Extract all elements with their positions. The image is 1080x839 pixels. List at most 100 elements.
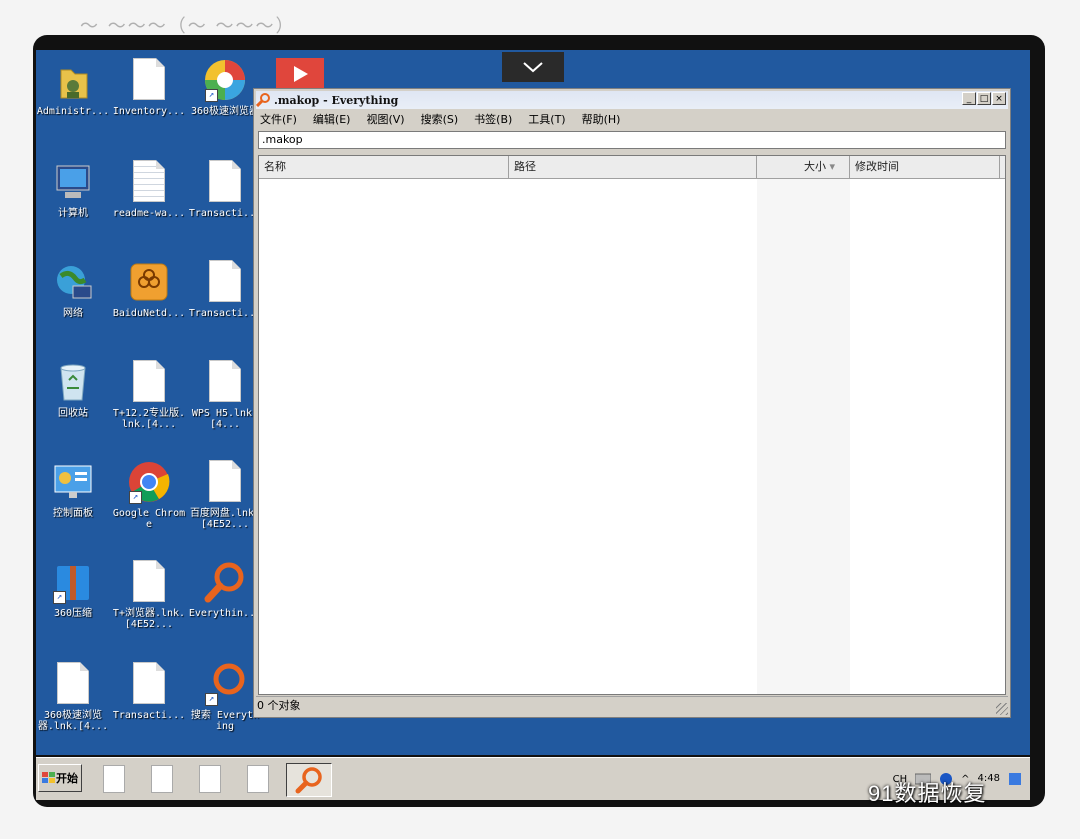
start-button[interactable]: 开始 <box>38 764 82 792</box>
archive-icon: ↗ <box>51 560 95 604</box>
desktop-icon-baidunetdisk[interactable]: BaiduNetd... <box>112 260 186 319</box>
desktop-icon-label: 百度网盘.lnk.[4E52... <box>189 508 261 530</box>
taskbar-item[interactable] <box>144 763 180 795</box>
menu-bookmarks[interactable]: 书签(B) <box>472 111 514 127</box>
everything-magnifier-icon <box>203 560 247 604</box>
baidu-netdisk-icon <box>127 260 171 304</box>
desktop-icon-label: WPS H5.lnk.[4... <box>191 408 259 430</box>
file-icon <box>203 260 247 304</box>
column-size-label: 大小 <box>803 160 826 173</box>
desktop-icon-recycle-bin[interactable]: 回收站 <box>36 360 110 419</box>
search-input[interactable]: .makop <box>258 131 1006 149</box>
status-bar: 0 个对象 <box>256 696 1008 715</box>
desktop-icon-transaction-4[interactable]: Transacti... <box>112 662 186 721</box>
menu-tools[interactable]: 工具(T) <box>526 111 567 127</box>
menu-edit[interactable]: 编辑(E) <box>311 111 353 127</box>
desktop-icon-transaction-1[interactable]: Transacti... <box>188 160 262 219</box>
desktop-icon-tplus[interactable]: T+12.2专业版.lnk.[4... <box>112 360 186 430</box>
everything-window[interactable]: .makop - Everything _ □ × 文件(F) 编辑(E) 视图… <box>253 88 1011 718</box>
360-browser-icon: ↗ <box>203 58 247 102</box>
desktop-icon-administrator[interactable]: Administr... <box>36 58 110 117</box>
taskbar-item[interactable] <box>240 763 276 795</box>
desktop-icon-label: Everythin... <box>188 608 262 619</box>
file-icon <box>51 662 95 706</box>
top-caption: ～ ～～～（～ ～～～） <box>80 16 296 34</box>
desktop-icon-network[interactable]: 网络 <box>36 260 110 319</box>
recycle-bin-icon <box>51 360 95 404</box>
desktop-icon-label: Transacti... <box>188 308 262 319</box>
desktop-icon-wps[interactable]: WPS H5.lnk.[4... <box>188 360 262 430</box>
computer-icon <box>51 160 95 204</box>
desktop-icon-tplus-browser[interactable]: T+浏览器.lnk.[4E52... <box>112 560 186 630</box>
shortcut-arrow-icon: ↗ <box>205 89 218 102</box>
window-title: .makop - Everything <box>274 93 399 107</box>
desktop-icon-label: 360压缩 <box>53 608 93 619</box>
column-header-path[interactable]: 路径 <box>509 156 757 178</box>
desktop-icon-computer[interactable]: 计算机 <box>36 160 110 219</box>
desktop-icon-label: Inventory... <box>112 106 186 117</box>
window-titlebar[interactable]: .makop - Everything _ □ × <box>256 91 1008 109</box>
menu-file[interactable]: 文件(F) <box>258 111 299 127</box>
start-label: 开始 <box>56 772 78 785</box>
desktop-icon-inventory[interactable]: Inventory... <box>112 58 186 117</box>
desktop-icon-label: Google Chrome <box>112 508 186 530</box>
desktop-icon-label: Transacti... <box>188 208 262 219</box>
menu-search[interactable]: 搜索(S) <box>419 111 461 127</box>
desktop-icon-label: 360极速浏览器.lnk.[4... <box>37 710 109 732</box>
shortcut-arrow-icon: ↗ <box>53 591 66 604</box>
taskbar-item[interactable] <box>96 763 132 795</box>
desktop-icon-label: 回收站 <box>58 408 88 419</box>
desktop-icon-readme[interactable]: readme-wa... <box>112 160 186 219</box>
desktop-icon-label: T+浏览器.lnk.[4E52... <box>112 608 186 630</box>
desktop-icon-label: Transacti... <box>112 710 186 721</box>
taskbar-item[interactable] <box>192 763 228 795</box>
document-icon <box>103 765 125 793</box>
file-icon <box>203 160 247 204</box>
text-file-icon <box>127 160 171 204</box>
desktop-icon-label: T+12.2专业版.lnk.[4... <box>112 408 186 430</box>
desktop-icon-label: 搜索 Everything <box>190 710 260 732</box>
document-icon <box>151 765 173 793</box>
close-button[interactable]: × <box>992 92 1006 105</box>
size-column-shade <box>757 178 850 694</box>
column-header-name[interactable]: 名称 <box>259 156 509 178</box>
file-icon <box>127 360 171 404</box>
desktop-icon-360browser-lnk[interactable]: 360极速浏览器.lnk.[4... <box>36 662 110 732</box>
desktop-icon-transaction-2[interactable]: Transacti... <box>188 260 262 319</box>
desktop-icon-360zip[interactable]: ↗ 360压缩 <box>36 560 110 619</box>
desktop-icon-label: 计算机 <box>58 208 88 219</box>
desktop-icon-label: 控制面板 <box>53 508 93 519</box>
taskbar-item-everything[interactable] <box>286 763 332 797</box>
desktop-icon-baidu-lnk[interactable]: 百度网盘.lnk.[4E52... <box>188 460 262 530</box>
maximize-button[interactable]: □ <box>977 92 991 105</box>
collapse-tab[interactable] <box>502 52 564 82</box>
file-icon <box>127 560 171 604</box>
column-header-size[interactable]: 大小 ▾ <box>757 156 850 178</box>
file-icon <box>203 360 247 404</box>
results-header: 名称 路径 大小 ▾ 修改时间 <box>259 156 1005 179</box>
desktop-icon-label: readme-wa... <box>112 208 186 219</box>
menu-view[interactable]: 视图(V) <box>364 111 406 127</box>
network-globe-icon <box>51 260 95 304</box>
desktop-icon-search-everything[interactable]: ↗ 搜索 Everything <box>188 662 262 732</box>
show-desktop-icon[interactable] <box>1008 772 1022 786</box>
chrome-icon: ↗ <box>127 460 171 504</box>
chevron-down-icon <box>523 62 543 73</box>
desktop-icon-control-panel[interactable]: 控制面板 <box>36 460 110 519</box>
menu-help[interactable]: 帮助(H) <box>580 111 623 127</box>
minimize-button[interactable]: _ <box>962 92 976 105</box>
file-icon <box>127 662 171 706</box>
user-folder-icon <box>51 58 95 102</box>
control-panel-icon <box>51 460 95 504</box>
resize-grip[interactable] <box>996 703 1008 715</box>
windows-logo-icon <box>42 772 55 783</box>
column-header-modified[interactable]: 修改时间 <box>850 156 1000 178</box>
document-icon <box>247 765 269 793</box>
desktop-icon-360browser[interactable]: ↗ 360极速浏览器 <box>188 58 262 117</box>
everything-ring-icon: ↗ <box>203 662 247 706</box>
sort-arrow-icon: ▾ <box>829 160 835 173</box>
desktop-icon-chrome[interactable]: ↗ Google Chrome <box>112 460 186 530</box>
desktop-icon-everything[interactable]: Everythin... <box>188 560 262 619</box>
everything-app-icon <box>256 93 270 107</box>
results-list[interactable]: 名称 路径 大小 ▾ 修改时间 <box>258 155 1006 695</box>
